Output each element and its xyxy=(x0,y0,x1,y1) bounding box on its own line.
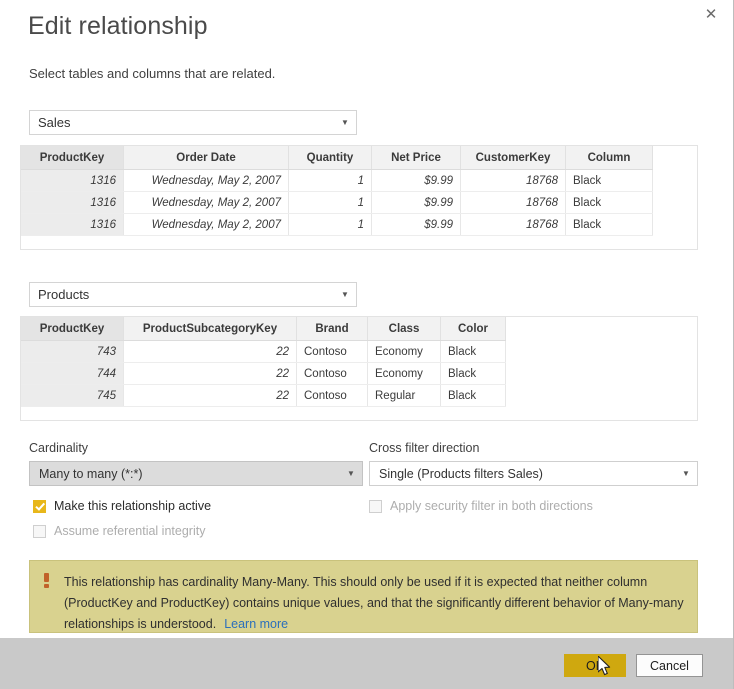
chevron-down-icon: ▼ xyxy=(341,117,349,127)
from-table-value: Sales xyxy=(38,115,71,130)
table-cell: 743 xyxy=(21,340,124,363)
table-cell: Black xyxy=(565,191,653,214)
cardinality-select[interactable]: Many to many (*:*) ▼ xyxy=(29,461,363,486)
warning-message: This relationship has cardinality Many-M… xyxy=(64,575,684,631)
table-cell: 1316 xyxy=(21,169,124,192)
cross-filter-value: Single (Products filters Sales) xyxy=(379,466,543,481)
table-cell: 18768 xyxy=(460,191,566,214)
table-cell: 22 xyxy=(123,340,297,363)
column-header[interactable]: Quantity xyxy=(288,146,372,170)
chevron-down-icon: ▼ xyxy=(347,468,355,478)
table-cell: 745 xyxy=(21,384,124,407)
table-cell: 18768 xyxy=(460,169,566,192)
page-title: Edit relationship xyxy=(28,12,208,40)
from-table-grid: ProductKey Order Date Quantity Net Price Cus… xyxy=(21,146,653,236)
column-header[interactable]: ProductKey xyxy=(21,317,124,341)
table-cell: Economy xyxy=(367,362,441,385)
table-row: 743 22 Contoso Economy Black xyxy=(21,340,506,363)
dialog-subtitle: Select tables and columns that are relat… xyxy=(29,66,276,81)
column-header[interactable]: Color xyxy=(440,317,506,341)
table-cell: $9.99 xyxy=(371,191,461,214)
apply-security-filter-label: Apply security filter in both directions xyxy=(390,499,593,513)
table-cell: Black xyxy=(440,362,506,385)
column-header[interactable]: ProductSubcategoryKey xyxy=(123,317,297,341)
table-cell: Economy xyxy=(367,340,441,363)
ok-button[interactable]: OK xyxy=(564,654,626,677)
table-cell: 18768 xyxy=(460,213,566,236)
table-header-row: ProductKey Order Date Quantity Net Price Cus… xyxy=(21,146,653,170)
table-row: 1316 Wednesday, May 2, 2007 1 $9.99 18768 Bla… xyxy=(21,191,653,214)
column-header[interactable]: Column xyxy=(565,146,653,170)
table-cell: 22 xyxy=(123,362,297,385)
table-cell: 22 xyxy=(123,384,297,407)
checkbox-unchecked-icon xyxy=(369,499,382,513)
make-relationship-active-checkbox[interactable]: Make this relationship active xyxy=(33,499,211,513)
assume-referential-integrity-checkbox: Assume referential integrity xyxy=(33,524,205,538)
table-cell: Black xyxy=(440,384,506,407)
column-header[interactable]: Class xyxy=(367,317,441,341)
to-table-grid: ProductKey ProductSubcategoryKey Brand Clas… xyxy=(21,317,506,407)
table-cell: 744 xyxy=(21,362,124,385)
column-header[interactable]: Brand xyxy=(296,317,368,341)
cardinality-label: Cardinality xyxy=(29,441,89,455)
table-cell: Contoso xyxy=(296,340,368,363)
table-row: 1316 Wednesday, May 2, 2007 1 $9.99 18768 Bla… xyxy=(21,169,653,192)
table-row: 745 22 Contoso Regular Black xyxy=(21,384,506,407)
column-header[interactable]: CustomerKey xyxy=(460,146,566,170)
to-table-select[interactable]: Products ▼ xyxy=(29,282,357,307)
table-cell: 1 xyxy=(288,191,372,214)
from-table-select[interactable]: Sales ▼ xyxy=(29,110,357,135)
table-cell: Contoso xyxy=(296,384,368,407)
table-cell: $9.99 xyxy=(371,169,461,192)
table-cell: Wednesday, May 2, 2007 xyxy=(123,169,289,192)
table-cell: Black xyxy=(440,340,506,363)
cancel-button[interactable]: Cancel xyxy=(636,654,703,677)
table-cell: Wednesday, May 2, 2007 xyxy=(123,191,289,214)
column-header[interactable]: Net Price xyxy=(371,146,461,170)
warning-banner: This relationship has cardinality Many-M… xyxy=(29,560,698,633)
cross-filter-select[interactable]: Single (Products filters Sales) ▼ xyxy=(369,461,698,486)
learn-more-link[interactable]: Learn more xyxy=(224,617,288,631)
column-header[interactable]: Order Date xyxy=(123,146,289,170)
make-relationship-active-label: Make this relationship active xyxy=(54,499,212,513)
table-cell: Wednesday, May 2, 2007 xyxy=(123,213,289,236)
table-cell: 1 xyxy=(288,213,372,236)
table-cell: 1316 xyxy=(21,213,124,236)
table-cell: $9.99 xyxy=(371,213,461,236)
table-row: 1316 Wednesday, May 2, 2007 1 $9.99 18768 Bla… xyxy=(21,213,653,236)
table-cell: Contoso xyxy=(296,362,368,385)
table-row: 744 22 Contoso Economy Black xyxy=(21,362,506,385)
table-cell: Black xyxy=(565,169,653,192)
cardinality-value: Many to many (*:*) xyxy=(39,466,143,481)
chevron-down-icon: ▼ xyxy=(341,289,349,299)
warning-icon xyxy=(41,573,57,589)
table-cell: 1316 xyxy=(21,191,124,214)
warning-text-block: This relationship has cardinality Many-M… xyxy=(64,572,687,632)
to-table-value: Products xyxy=(38,287,90,302)
cross-filter-label: Cross filter direction xyxy=(369,441,480,455)
table-header-row: ProductKey ProductSubcategoryKey Brand Clas… xyxy=(21,317,506,341)
dialog-footer: OK Cancel xyxy=(0,638,733,689)
table-cell: Black xyxy=(565,213,653,236)
chevron-down-icon: ▼ xyxy=(682,468,690,478)
checkbox-unchecked-icon xyxy=(33,524,46,538)
checkbox-checked-icon xyxy=(33,499,46,513)
column-header[interactable]: ProductKey xyxy=(21,146,124,170)
table-cell: Regular xyxy=(367,384,441,407)
apply-security-filter-checkbox: Apply security filter in both directions xyxy=(369,499,593,513)
edit-relationship-dialog: ✕ Edit relationship Select tables and co… xyxy=(0,0,734,689)
table-cell: 1 xyxy=(288,169,372,192)
assume-referential-integrity-label: Assume referential integrity xyxy=(54,524,206,538)
close-icon[interactable]: ✕ xyxy=(698,2,724,26)
from-table-preview[interactable]: ProductKey Order Date Quantity Net Price Cus… xyxy=(20,145,698,250)
to-table-preview[interactable]: ProductKey ProductSubcategoryKey Brand Clas… xyxy=(20,316,698,421)
